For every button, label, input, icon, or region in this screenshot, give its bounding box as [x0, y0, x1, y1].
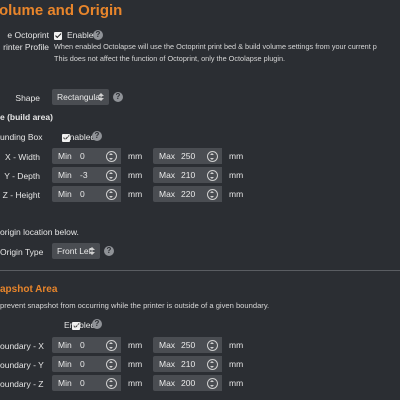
min-prefix: Min — [52, 148, 78, 164]
max-prefix: Max — [153, 167, 179, 183]
axis-z-label: Z - Height — [2, 190, 40, 200]
axis-z-max-input[interactable]: 220 — [179, 186, 222, 202]
help-icon[interactable]: ? — [104, 246, 114, 256]
min-prefix: Min — [52, 167, 78, 183]
help-icon[interactable]: ? — [92, 131, 102, 141]
shape-select-value: Rectangular — [57, 92, 103, 102]
section-divider — [0, 270, 400, 271]
unit-label: mm — [128, 359, 143, 369]
bounding-box-checkbox-label: Enabled — [64, 132, 96, 142]
boundary-y-label: oundary - Y — [0, 360, 44, 370]
min-prefix: Min — [52, 356, 78, 372]
boundary-y-min-input[interactable]: 0 — [78, 356, 121, 372]
boundary-z-max-field[interactable]: Max 200 mm — [153, 375, 249, 391]
spinner-icon[interactable] — [106, 359, 117, 370]
spinner-icon[interactable] — [207, 151, 218, 162]
axis-y-min-field[interactable]: Min -3 mm — [52, 167, 148, 183]
unit-label: mm — [128, 170, 143, 180]
use-printer-profile-checkbox[interactable] — [54, 31, 62, 40]
unit-label: mm — [128, 151, 143, 161]
max-prefix: Max — [153, 375, 179, 391]
origin-type-select[interactable]: Front Left — [52, 243, 100, 259]
unit-label: mm — [229, 189, 244, 199]
snapshot-area-checkbox-label: Enabled — [64, 320, 96, 330]
min-prefix: Min — [52, 337, 78, 353]
unit-label: mm — [128, 378, 143, 388]
use-printer-profile-help-2: This does not affect the function of Oct… — [54, 54, 286, 63]
unit-label: mm — [128, 189, 143, 199]
boundary-y-max-field[interactable]: Max 210 mm — [153, 356, 249, 372]
origin-note: origin location below. — [0, 227, 79, 237]
axis-x-min-input[interactable]: 0 — [78, 148, 121, 164]
spinner-icon[interactable] — [106, 378, 117, 389]
spinner-icon[interactable] — [207, 378, 218, 389]
spinner-icon[interactable] — [106, 189, 117, 200]
max-prefix: Max — [153, 356, 179, 372]
axis-z-min-field[interactable]: Min 0 mm — [52, 186, 148, 202]
axis-x-max-field[interactable]: Max 250 mm — [153, 148, 249, 164]
boundary-x-label: oundary - X — [0, 341, 44, 351]
unit-label: mm — [229, 151, 244, 161]
min-prefix: Min — [52, 375, 78, 391]
boundary-x-min-field[interactable]: Min 0 mm — [52, 337, 148, 353]
use-printer-profile-label-1: e Octoprint — [7, 30, 49, 40]
axis-z-max-field[interactable]: Max 220 mm — [153, 186, 249, 202]
spinner-icon[interactable] — [207, 359, 218, 370]
unit-label: mm — [229, 378, 244, 388]
section-title-snapshot-area: apshot Area — [0, 284, 58, 295]
spinner-icon[interactable] — [207, 189, 218, 200]
boundary-z-label: oundary - Z — [0, 379, 44, 389]
boundary-z-min-field[interactable]: Min 0 mm — [52, 375, 148, 391]
boundary-y-max-input[interactable]: 210 — [179, 356, 222, 372]
boundary-x-min-input[interactable]: 0 — [78, 337, 121, 353]
boundary-x-max-field[interactable]: Max 250 mm — [153, 337, 249, 353]
origin-type-label: Origin Type — [0, 247, 44, 257]
spinner-icon[interactable] — [207, 340, 218, 351]
use-printer-profile-label-2: rinter Profile — [3, 42, 49, 52]
min-prefix: Min — [52, 186, 78, 202]
axis-z-min-input[interactable]: 0 — [78, 186, 121, 202]
section-title-volume-origin: olume and Origin — [0, 2, 123, 19]
unit-label: mm — [229, 340, 244, 350]
boundary-x-max-input[interactable]: 250 — [179, 337, 222, 353]
unit-label: mm — [229, 170, 244, 180]
max-prefix: Max — [153, 148, 179, 164]
axis-x-label: X - Width — [5, 152, 40, 162]
max-prefix: Max — [153, 337, 179, 353]
snapshot-area-help: prevent snapshot from occurring while th… — [0, 301, 270, 310]
bounding-box-label: unding Box — [0, 132, 43, 142]
boundary-z-min-input[interactable]: 0 — [78, 375, 121, 391]
help-icon[interactable]: ? — [93, 30, 103, 40]
axis-x-min-field[interactable]: Min 0 mm — [52, 148, 148, 164]
axis-y-max-input[interactable]: 210 — [179, 167, 222, 183]
unit-label: mm — [128, 340, 143, 350]
shape-select[interactable]: Rectangular — [52, 89, 109, 105]
axis-x-max-input[interactable]: 250 — [179, 148, 222, 164]
build-area-heading: e (build area) — [0, 112, 53, 122]
spinner-icon[interactable] — [106, 340, 117, 351]
shape-label: Shape — [15, 93, 40, 103]
use-printer-profile-help-1: When enabled Octolapse will use the Octo… — [54, 42, 377, 51]
axis-y-label: Y - Depth — [4, 171, 40, 181]
spinner-icon[interactable] — [207, 170, 218, 181]
select-arrows-icon — [98, 93, 104, 101]
unit-label: mm — [229, 359, 244, 369]
axis-y-max-field[interactable]: Max 210 mm — [153, 167, 249, 183]
max-prefix: Max — [153, 186, 179, 202]
spinner-icon[interactable] — [106, 151, 117, 162]
boundary-y-min-field[interactable]: Min 0 mm — [52, 356, 148, 372]
select-arrows-icon — [89, 247, 95, 255]
axis-y-min-input[interactable]: -3 — [78, 167, 121, 183]
help-icon[interactable]: ? — [113, 92, 123, 102]
origin-type-select-value: Front Left — [57, 246, 94, 256]
spinner-icon[interactable] — [106, 170, 117, 181]
help-icon[interactable]: ? — [92, 319, 102, 329]
boundary-z-max-input[interactable]: 200 — [179, 375, 222, 391]
